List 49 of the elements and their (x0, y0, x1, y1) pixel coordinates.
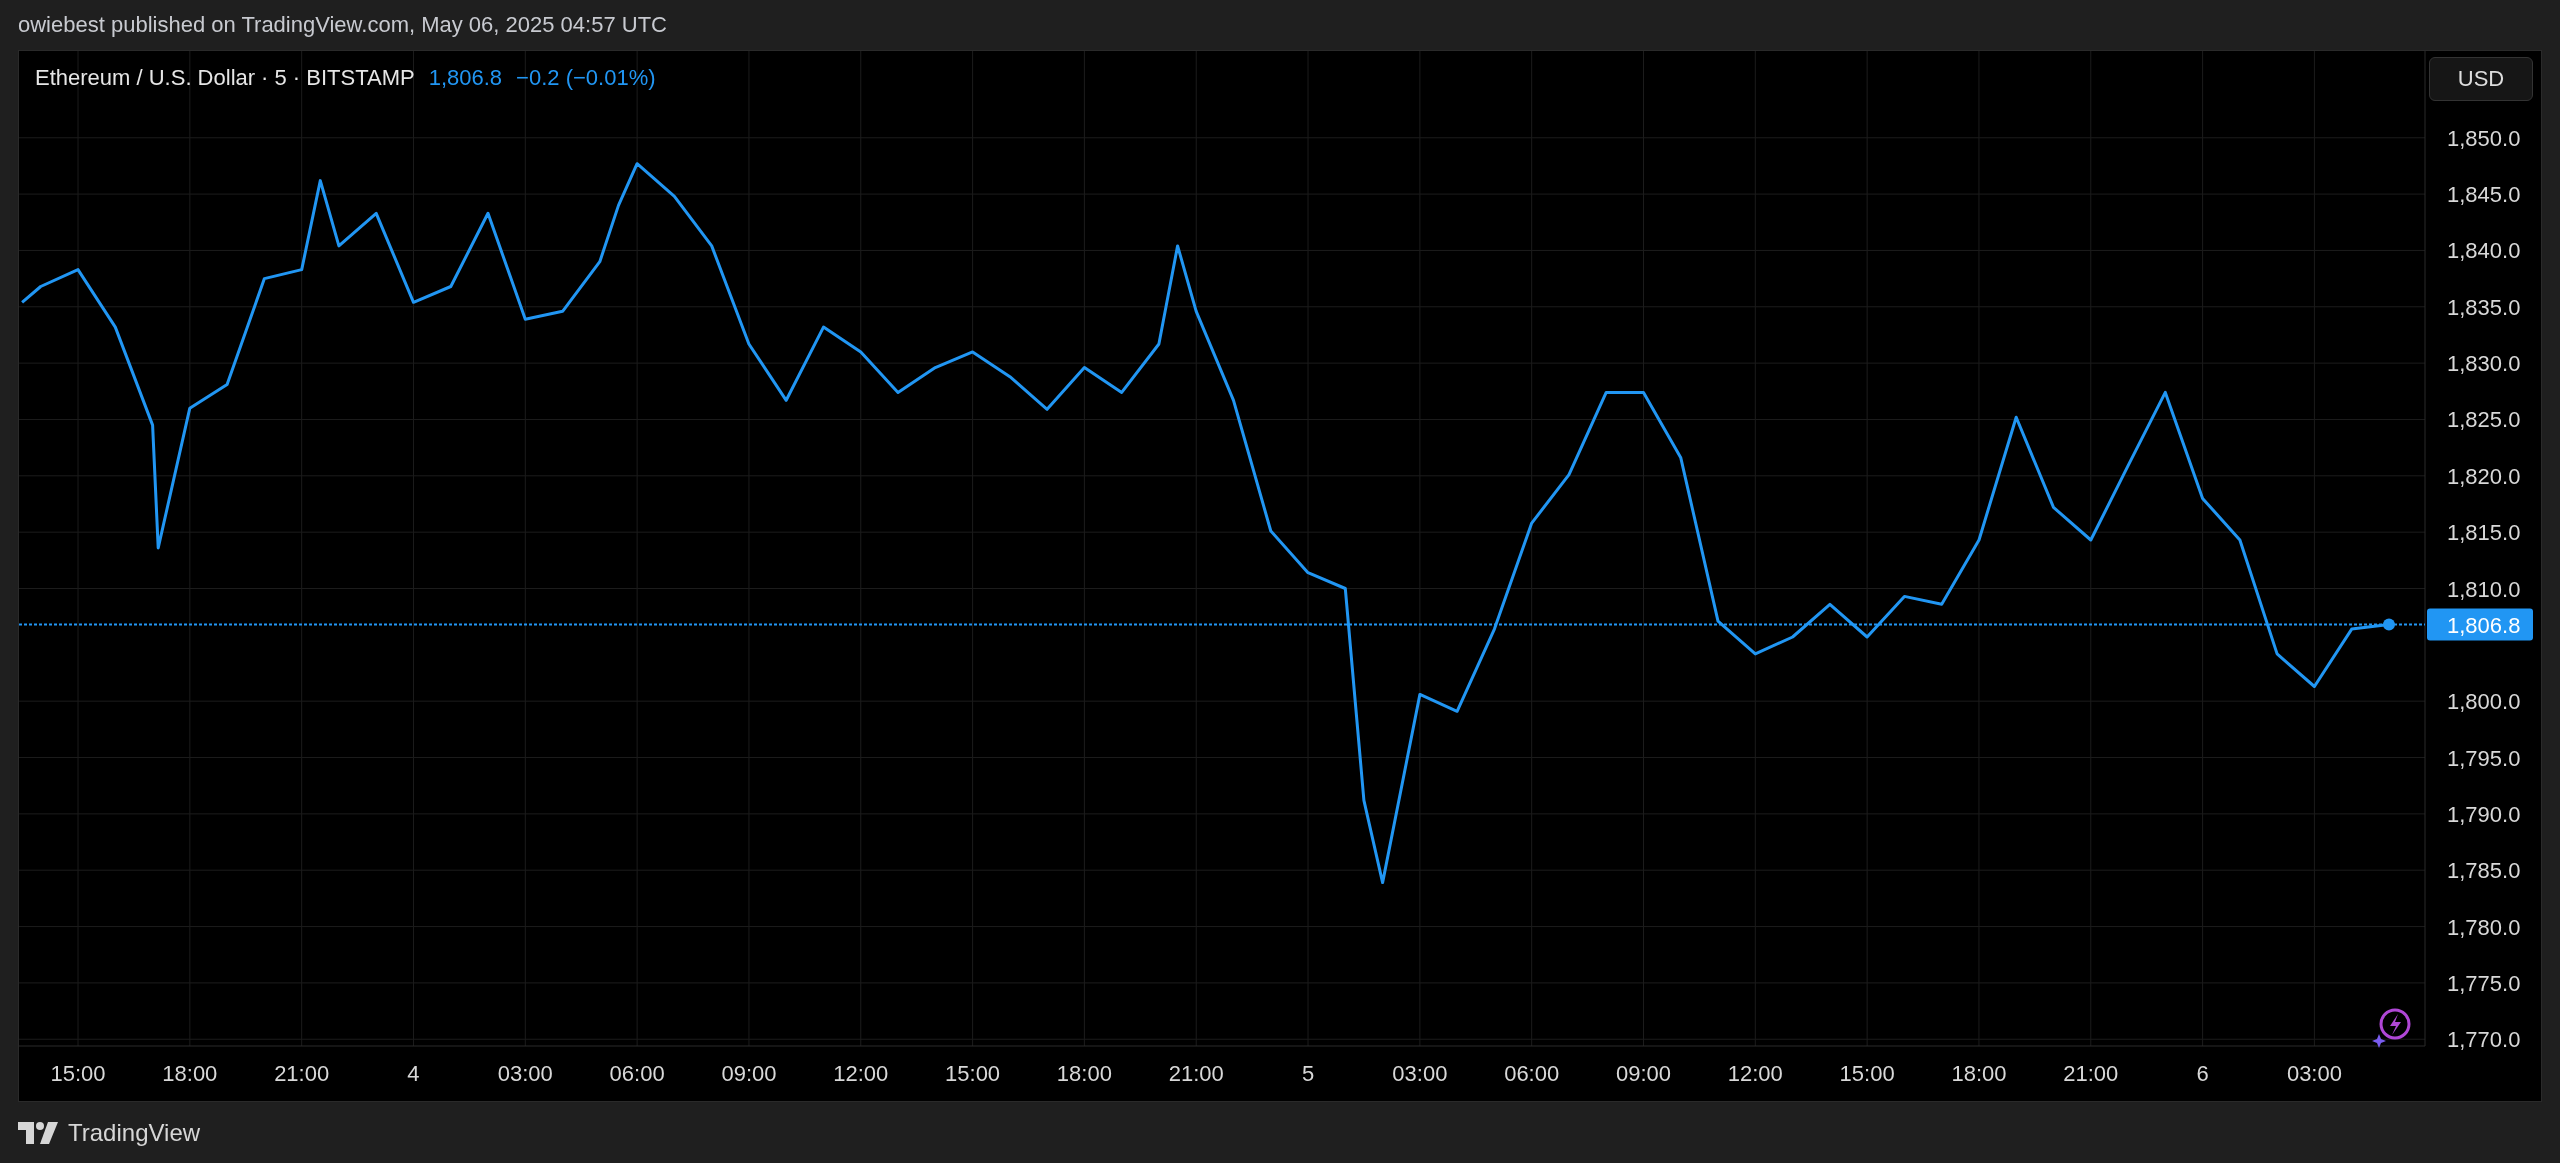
time-axis-label: 12:00 (833, 1061, 889, 1086)
time-axis-label: 18:00 (1951, 1061, 2007, 1086)
time-axis-label: 15:00 (1839, 1061, 1895, 1086)
time-axis-label: 06:00 (609, 1061, 665, 1086)
last-price-dot (2382, 618, 2395, 631)
time-axis-label: 12:00 (1727, 1061, 1783, 1086)
brand-name: TradingView (68, 1118, 201, 1147)
time-axis-label: 4 (407, 1061, 420, 1086)
price-axis-label: 1,845.0 (2447, 182, 2521, 208)
price-axis-label: 1,830.0 (2447, 351, 2521, 377)
symbol-details: · 5 · BITSTAMP (261, 65, 415, 91)
time-axis-label: 06:00 (1504, 1061, 1560, 1086)
tradingview-logo-icon (18, 1121, 58, 1144)
currency-button[interactable]: USD (2429, 57, 2533, 101)
time-axis-label: 09:00 (721, 1061, 777, 1086)
price-axis-label: 1,850.0 (2447, 125, 2521, 151)
price-axis-label: 1,840.0 (2447, 238, 2521, 264)
symbol-title: Ethereum / U.S. Dollar (35, 65, 256, 91)
time-axis-label: 18:00 (162, 1061, 218, 1086)
time-axis-label: 15:00 (945, 1061, 1001, 1086)
price-change: −0.2 (−0.01%) (516, 65, 656, 91)
price-axis-label: 1,780.0 (2447, 914, 2521, 940)
price-axis-label: 1,775.0 (2447, 970, 2521, 996)
time-axis-label: 6 (2196, 1061, 2209, 1086)
price-axis-label: 1,790.0 (2447, 801, 2521, 827)
lightning-icon[interactable] (2371, 1006, 2413, 1048)
time-axis-label: 21:00 (2063, 1061, 2119, 1086)
time-axis-label: 03:00 (2286, 1061, 2342, 1086)
price-axis-label: 1,835.0 (2447, 294, 2521, 320)
ref-line-label: 1,806.8 (2447, 612, 2521, 638)
last-price-label: 1,806.8 (2427, 608, 2533, 641)
price-axis-label: 1,785.0 (2447, 858, 2521, 884)
price-axis-label: 1,770.0 (2447, 1027, 2521, 1053)
time-axis-label: 15:00 (50, 1061, 106, 1086)
time-axis-label: 21:00 (274, 1061, 330, 1086)
price-axis-label: 1,815.0 (2447, 520, 2521, 546)
last-price: 1,806.8 (428, 65, 503, 91)
time-axis-label: 03:00 (497, 1061, 553, 1086)
price-axis-label: 1,810.0 (2447, 576, 2521, 602)
price-axis-label: 1,800.0 (2447, 689, 2521, 715)
time-axis-label: 09:00 (1615, 1061, 1672, 1086)
price-axis-label: 1,820.0 (2447, 463, 2521, 489)
time-axis-label: 5 (1301, 1061, 1315, 1086)
time-axis-label: 21:00 (1168, 1061, 1224, 1086)
price-axis-label: 1,825.0 (2447, 407, 2521, 433)
price-axis-label: 1,795.0 (2447, 745, 2521, 771)
time-axis-label: 18:00 (1056, 1061, 1112, 1086)
time-axis-label: 03:00 (1392, 1061, 1448, 1086)
publish-attribution: owiebest published on TradingView.com, May 06, 2025 04:57 UTC (18, 12, 667, 38)
